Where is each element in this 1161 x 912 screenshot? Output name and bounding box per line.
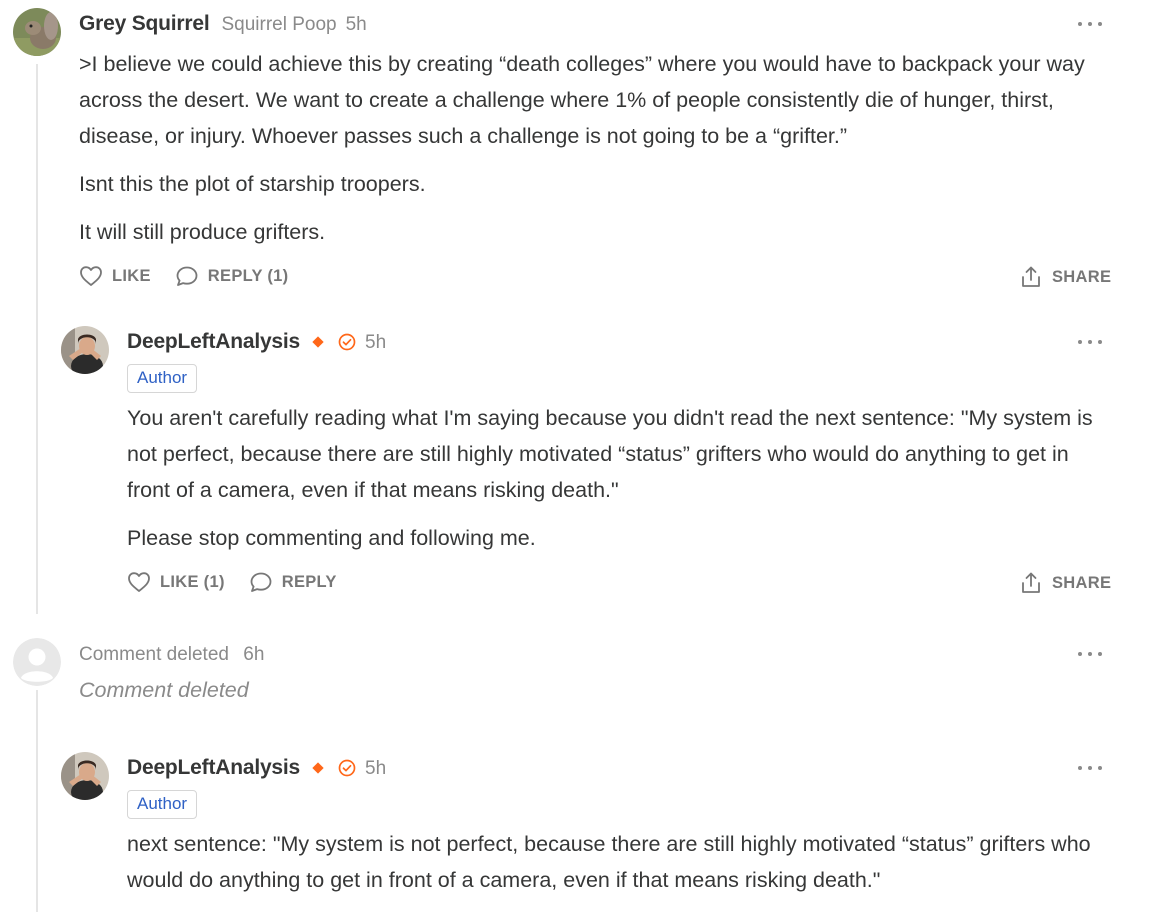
comment-meta: DeepLeftAnalysis 5h: [127, 330, 386, 354]
comment-time[interactable]: 5h: [365, 332, 386, 354]
squirrel-avatar-image: [13, 8, 61, 56]
more-options-icon[interactable]: [1078, 648, 1102, 660]
comment-paragraph: >I believe we could achieve this by crea…: [79, 52, 1085, 148]
comment-paragraph: Please stop commenting and following me.: [127, 526, 536, 550]
heart-icon: [128, 572, 150, 592]
comment-paragraph: It will still produce grifters.: [79, 220, 326, 244]
thread-line: [36, 64, 38, 614]
default-user-avatar-icon: [13, 638, 61, 686]
author-avatar-image: [61, 752, 109, 800]
avatar: [13, 638, 61, 686]
comment-paragraph: Isnt this the plot of starship troopers.: [79, 172, 426, 196]
reply-label: REPLY (1): [207, 266, 289, 285]
author-badge: Author: [127, 364, 198, 393]
share-label: SHARE: [1052, 573, 1112, 592]
check-circle-icon: [338, 759, 356, 782]
heart-icon: [80, 266, 102, 286]
deleted-label: Comment deleted: [79, 644, 229, 665]
comment-body: >I believe we could achieve this by crea…: [79, 46, 1119, 262]
diamond-icon: [312, 762, 324, 774]
comment-time[interactable]: 5h: [365, 758, 386, 780]
author-name[interactable]: DeepLeftAnalysis: [127, 756, 300, 780]
comment-body: next sentence: "My system is not perfect…: [127, 826, 1117, 910]
avatar[interactable]: [61, 752, 109, 800]
avatar[interactable]: [61, 326, 109, 374]
more-options-icon[interactable]: [1078, 336, 1102, 348]
diamond-icon: [312, 336, 324, 348]
comment-time[interactable]: 5h: [346, 14, 367, 36]
comment-actions: LIKE (1) REPLY: [127, 571, 361, 593]
reply-button[interactable]: REPLY (1): [175, 265, 289, 287]
author-name[interactable]: Grey Squirrel: [79, 12, 210, 36]
comment-paragraph: You aren't carefully reading what I'm sa…: [127, 406, 1093, 502]
like-label: LIKE: [112, 266, 151, 285]
speech-bubble-icon: [250, 572, 272, 592]
author-badge: Author: [127, 790, 198, 819]
comment-meta: DeepLeftAnalysis 5h: [127, 756, 386, 780]
comment-paragraph: next sentence: "My system is not perfect…: [127, 832, 1091, 892]
share-label: SHARE: [1052, 267, 1112, 286]
comment-time[interactable]: 6h: [243, 644, 264, 665]
more-options-icon[interactable]: [1078, 18, 1102, 30]
like-label: LIKE (1): [160, 572, 225, 591]
author-subname[interactable]: Squirrel Poop: [221, 14, 336, 36]
more-options-icon[interactable]: [1078, 762, 1102, 774]
share-button[interactable]: SHARE: [1020, 265, 1111, 289]
comment-meta: Comment deleted 6h: [79, 644, 264, 666]
share-icon: [1022, 266, 1040, 287]
check-circle-icon: [338, 333, 356, 356]
avatar[interactable]: [13, 8, 61, 56]
author-avatar-image: [61, 326, 109, 374]
like-button[interactable]: LIKE: [79, 265, 151, 287]
share-icon: [1022, 572, 1040, 593]
author-name[interactable]: DeepLeftAnalysis: [127, 330, 300, 354]
reply-label: REPLY: [281, 572, 337, 591]
like-button[interactable]: LIKE (1): [127, 571, 225, 593]
deleted-comment-body: Comment deleted: [79, 678, 249, 702]
comment-meta: Grey Squirrel Squirrel Poop 5h: [79, 12, 367, 36]
comment-body: You aren't carefully reading what I'm sa…: [127, 400, 1117, 568]
share-button[interactable]: SHARE: [1020, 571, 1111, 595]
thread-line: [36, 690, 38, 912]
speech-bubble-icon: [176, 266, 198, 286]
comment-actions: LIKE REPLY (1): [79, 265, 312, 287]
reply-button[interactable]: REPLY: [249, 571, 337, 593]
